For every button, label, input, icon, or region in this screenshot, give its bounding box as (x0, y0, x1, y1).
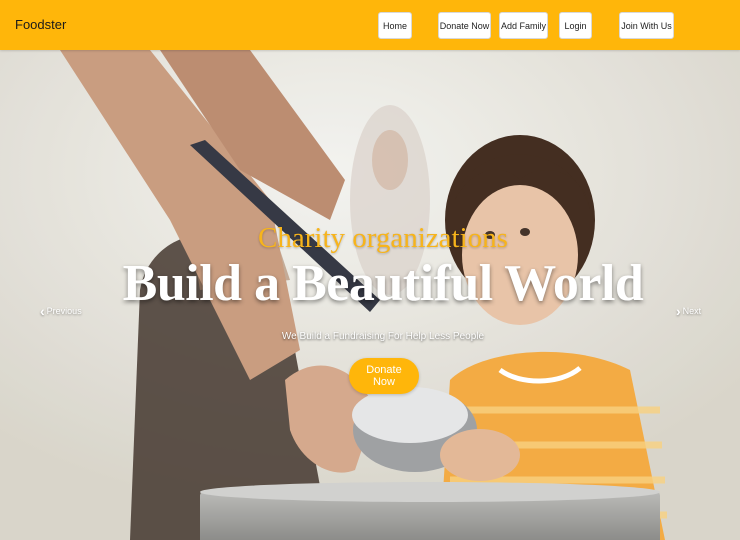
nav-home-button[interactable]: Home (378, 12, 412, 39)
brand-logo[interactable]: Foodster (15, 17, 66, 32)
nav-join-button[interactable]: Join With Us (619, 12, 674, 39)
nav-donate-button[interactable]: Donate Now (438, 12, 491, 39)
carousel-previous-label: Previous (46, 306, 82, 316)
nav-login-button[interactable]: Login (559, 12, 592, 39)
nav-add-family-button[interactable]: Add Family (499, 12, 548, 39)
hero-tagline: We Build a Fundraising For Help Less Peo… (281, 331, 485, 342)
hero-carousel: Charity organizations Build a Beautiful … (0, 50, 740, 540)
navbar: Foodster Home Donate Now Add Family Logi… (0, 0, 740, 50)
hero-subtitle: Charity organizations (258, 222, 508, 254)
carousel-next-control[interactable]: › Next (674, 303, 702, 319)
chevron-right-icon: › (676, 303, 681, 319)
chevron-left-icon: ‹ (40, 303, 45, 319)
hero-donate-button[interactable]: Donate Now (349, 358, 419, 394)
hero-headline: Build a Beautiful World (122, 255, 644, 312)
carousel-previous-control[interactable]: ‹ Previous (38, 303, 82, 319)
carousel-next-label: Next (682, 306, 702, 316)
